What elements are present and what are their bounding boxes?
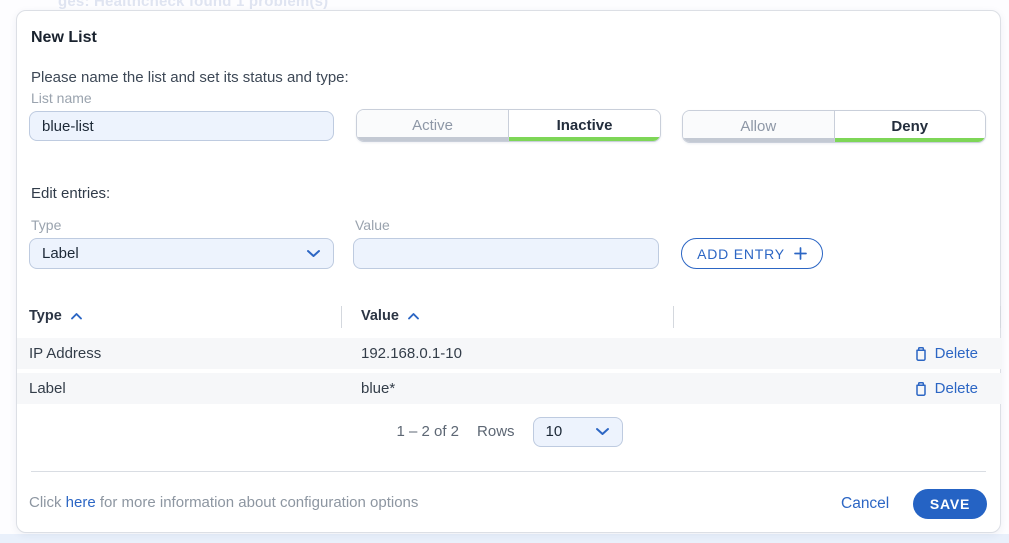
rows-per-page-select[interactable]: 10 <box>533 417 623 447</box>
column-header-value-label: Value <box>361 308 399 324</box>
trash-icon <box>914 346 928 362</box>
header-divider <box>341 306 342 328</box>
background-bottom-strip <box>0 534 1009 543</box>
status-option-inactive[interactable]: Inactive <box>508 110 660 141</box>
save-button[interactable]: SAVE <box>913 489 987 519</box>
row-type-cell: IP Address <box>29 338 101 369</box>
type-option-deny[interactable]: Deny <box>834 111 986 142</box>
delete-button-label: Delete <box>935 380 978 397</box>
entry-value-label: Value <box>355 217 390 233</box>
rows-per-page-value: 10 <box>546 423 563 440</box>
type-option-allow[interactable]: Allow <box>683 111 834 142</box>
entry-type-label: Type <box>31 217 61 233</box>
rows-per-page-label: Rows <box>477 423 515 440</box>
column-header-value[interactable]: Value <box>361 308 420 324</box>
chevron-up-icon <box>70 312 83 320</box>
intro-text: Please name the list and set its status … <box>31 69 349 86</box>
table-row: Label blue* Delete <box>17 373 1002 404</box>
new-list-dialog: New List Please name the list and set it… <box>16 10 1001 533</box>
status-toggle: Active Inactive <box>356 109 661 142</box>
allow-deny-toggle: Allow Deny <box>682 110 986 143</box>
table-row: IP Address 192.168.0.1-10 Delete <box>17 338 1002 369</box>
row-value-cell: blue* <box>361 373 395 404</box>
footer-info-text: Click here for more information about co… <box>29 494 418 511</box>
background-clipped-text: ges: Healthcheck found 1 problem(s) <box>58 0 328 10</box>
header-divider <box>1000 306 1001 328</box>
footer-divider <box>31 471 986 472</box>
header-divider <box>673 306 674 328</box>
delete-button-label: Delete <box>935 345 978 362</box>
list-name-label: List name <box>31 90 92 106</box>
footer-info-suffix: for more information about configuration… <box>96 494 419 511</box>
entry-type-selected-value: Label <box>42 245 79 262</box>
add-entry-button-label: ADD ENTRY <box>697 246 785 262</box>
delete-button[interactable]: Delete <box>914 338 978 369</box>
entries-table-header: Type Value <box>17 306 1002 332</box>
chevron-down-icon <box>306 249 321 258</box>
delete-button[interactable]: Delete <box>914 373 978 404</box>
row-type-cell: Label <box>29 373 66 404</box>
list-name-input[interactable] <box>29 111 334 141</box>
more-info-link[interactable]: here <box>66 494 96 511</box>
status-option-active[interactable]: Active <box>357 110 508 141</box>
cancel-button[interactable]: Cancel <box>841 495 889 513</box>
column-header-type[interactable]: Type <box>29 308 83 324</box>
plus-icon <box>794 247 807 260</box>
footer-info-prefix: Click <box>29 494 66 511</box>
pagination-range: 1 – 2 of 2 <box>396 423 459 440</box>
chevron-down-icon <box>595 427 610 436</box>
edit-entries-heading: Edit entries: <box>31 185 110 202</box>
row-value-cell: 192.168.0.1-10 <box>361 338 462 369</box>
trash-icon <box>914 381 928 397</box>
pagination: 1 – 2 of 2 Rows 10 <box>17 416 1002 447</box>
page-title: New List <box>31 29 97 47</box>
chevron-up-icon <box>407 312 420 320</box>
entry-type-select[interactable]: Label <box>29 238 334 269</box>
column-header-type-label: Type <box>29 308 62 324</box>
entry-value-input[interactable] <box>353 238 659 269</box>
add-entry-button[interactable]: ADD ENTRY <box>681 238 823 269</box>
